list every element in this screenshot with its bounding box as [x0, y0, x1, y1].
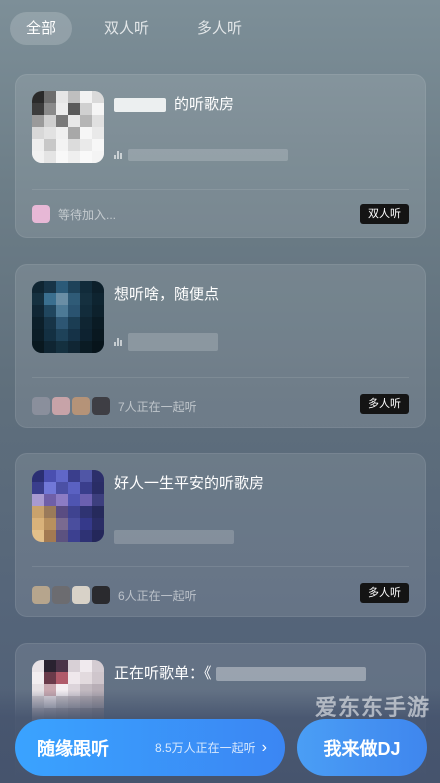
room-type-badge: 双人听	[360, 204, 409, 224]
room-type-badge: 多人听	[360, 583, 409, 603]
redacted-text	[215, 667, 366, 682]
room-title: 好人一生平安的听歌房	[114, 475, 265, 492]
avatar	[32, 205, 50, 223]
avatar	[32, 397, 50, 415]
random-follow-button[interactable]: 随缘跟听 8.5万人正在一起听 ›	[15, 719, 285, 776]
room-card[interactable]: 好人一生平安的听歌房 6人正在一起听 多人听	[15, 453, 426, 617]
room-filter-tabs: 全部 双人听 多人听	[10, 12, 258, 45]
watermark: 爱东东手游	[314, 695, 430, 720]
member-row: 6人正在一起听	[32, 586, 197, 604]
redacted-song	[114, 530, 234, 544]
room-cover	[32, 91, 104, 163]
equalizer-icon	[114, 338, 122, 346]
avatar	[52, 397, 70, 415]
room-type-badge: 多人听	[360, 394, 409, 414]
room-title: 正在听歌单：《	[114, 662, 366, 683]
divider	[32, 377, 409, 378]
now-playing-row	[114, 333, 218, 351]
follow-button-label: 随缘跟听	[37, 738, 109, 759]
redacted-song	[128, 149, 288, 161]
avatar	[92, 586, 110, 604]
member-row: 等待加入...	[32, 205, 116, 223]
now-playing-row	[114, 149, 288, 161]
avatar	[52, 586, 70, 604]
now-playing-row	[114, 530, 234, 544]
avatar	[92, 397, 110, 415]
avatar	[32, 586, 50, 604]
tab-all[interactable]: 全部	[10, 12, 73, 45]
room-cover	[32, 470, 104, 542]
member-status: 6人正在一起听	[118, 588, 197, 603]
tab-duo[interactable]: 双人听	[88, 12, 165, 45]
room-card[interactable]: 想听啥，随便点 7人正在一起听 多人听	[15, 264, 426, 428]
tab-multi[interactable]: 多人听	[181, 12, 258, 45]
avatar	[72, 586, 90, 604]
avatar	[72, 397, 90, 415]
equalizer-icon	[114, 151, 122, 159]
room-title: 想听啥，随便点	[114, 286, 220, 303]
redacted-song	[128, 333, 218, 351]
room-title: 的听歌房	[114, 93, 234, 114]
listener-count: 8.5万人正在一起听	[154, 741, 256, 755]
become-dj-button[interactable]: 我来做DJ	[297, 719, 427, 776]
room-card[interactable]: 的听歌房 等待加入... 双人听	[15, 74, 426, 238]
divider	[32, 189, 409, 190]
member-status: 等待加入...	[58, 207, 117, 222]
redacted-text	[114, 98, 166, 113]
member-row: 7人正在一起听	[32, 397, 197, 415]
chevron-right-icon: ›	[261, 738, 267, 756]
member-status: 7人正在一起听	[118, 399, 197, 414]
room-cover	[32, 281, 104, 353]
divider	[32, 566, 409, 567]
